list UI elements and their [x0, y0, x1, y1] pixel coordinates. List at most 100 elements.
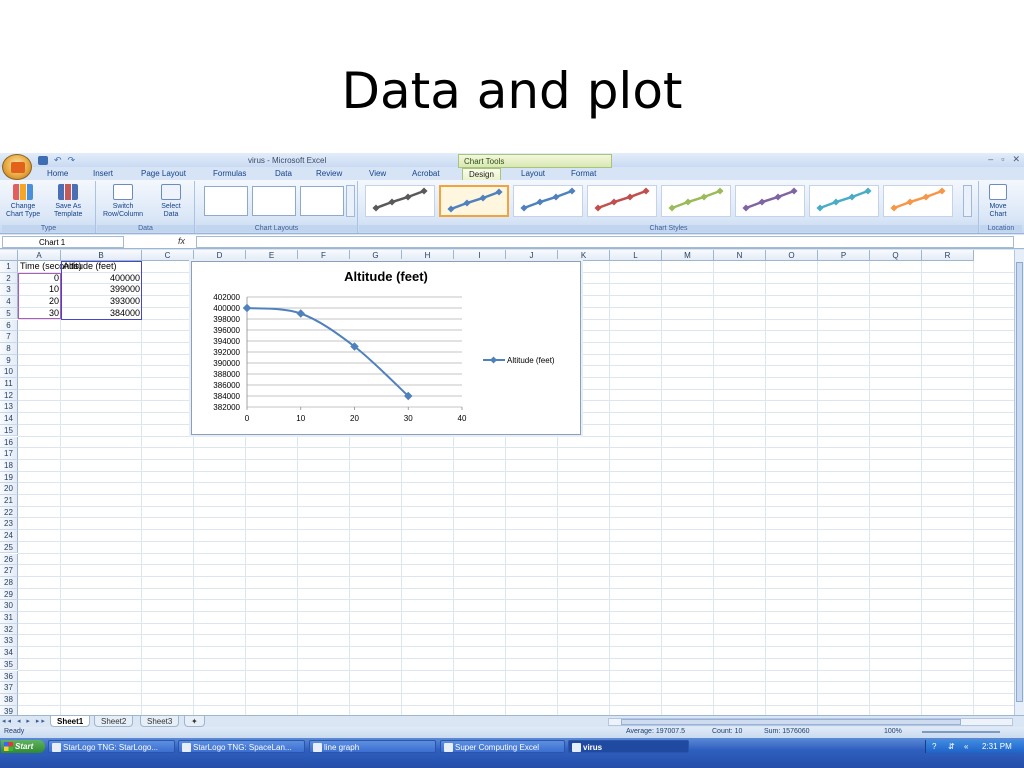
- sheet-nav-arrows[interactable]: ◂◂ ◂ ▸ ▸▸: [2, 717, 47, 725]
- column-header[interactable]: H: [402, 250, 454, 261]
- row-header[interactable]: 28: [0, 576, 18, 589]
- column-header[interactable]: J: [506, 250, 558, 261]
- row-header[interactable]: 9: [0, 354, 18, 367]
- row-header[interactable]: 13: [0, 401, 18, 414]
- tab-home[interactable]: Home: [47, 169, 68, 178]
- row-header[interactable]: 27: [0, 565, 18, 577]
- tab-review[interactable]: Review: [316, 169, 342, 178]
- help-icon[interactable]: ?: [932, 742, 936, 751]
- row-header[interactable]: 11: [0, 378, 18, 390]
- column-header[interactable]: Q: [870, 250, 922, 261]
- column-header[interactable]: D: [194, 250, 246, 261]
- tab-insert[interactable]: Insert: [93, 169, 113, 178]
- formula-bar[interactable]: [196, 236, 1014, 248]
- change-chart-type-button[interactable]: Change Chart Type: [6, 184, 40, 219]
- redo-icon[interactable]: ↷: [68, 155, 76, 165]
- taskbar-item[interactable]: StarLogo TNG: SpaceLan...: [178, 740, 305, 753]
- column-header[interactable]: I: [454, 250, 506, 261]
- row-header[interactable]: 25: [0, 541, 18, 554]
- move-chart-button[interactable]: Move Chart: [989, 184, 1007, 219]
- chart-style-thumb[interactable]: [587, 185, 657, 217]
- taskbar-item[interactable]: virus: [568, 740, 689, 753]
- row-header[interactable]: 17: [0, 448, 18, 460]
- row-header[interactable]: 8: [0, 342, 18, 355]
- row-header[interactable]: 30: [0, 600, 18, 612]
- save-icon[interactable]: [38, 155, 48, 165]
- row-header[interactable]: 16: [0, 436, 18, 449]
- taskbar-item[interactable]: line graph: [309, 740, 436, 753]
- chart-layout-thumb[interactable]: [300, 186, 344, 216]
- row-header[interactable]: 35: [0, 658, 18, 671]
- chart-style-thumb[interactable]: [661, 185, 731, 217]
- column-header[interactable]: L: [610, 250, 662, 261]
- chart-style-thumb[interactable]: [809, 185, 879, 217]
- chart-style-thumb[interactable]: [735, 185, 805, 217]
- insert-sheet-icon[interactable]: ✦: [184, 716, 205, 727]
- chart-style-thumb[interactable]: [365, 185, 435, 217]
- zoom-slider[interactable]: [922, 731, 1000, 733]
- row-header[interactable]: 14: [0, 413, 18, 425]
- row-header[interactable]: 26: [0, 553, 18, 566]
- row-header[interactable]: 15: [0, 424, 18, 437]
- tab-data[interactable]: Data: [275, 169, 292, 178]
- row-header[interactable]: 5: [0, 307, 18, 320]
- column-header[interactable]: E: [246, 250, 298, 261]
- taskbar-item[interactable]: Super Computing Excel: [440, 740, 565, 753]
- tab-layout[interactable]: Layout: [521, 169, 545, 178]
- row-header[interactable]: 22: [0, 506, 18, 519]
- chart-style-thumb[interactable]: [439, 185, 509, 217]
- altitude-chart[interactable]: Altitude (feet) 402000 400000 398000 396000…: [191, 261, 581, 435]
- column-header[interactable]: N: [714, 250, 766, 261]
- chart-layout-thumb[interactable]: [252, 186, 296, 216]
- row-header[interactable]: 10: [0, 366, 18, 378]
- row-header[interactable]: 18: [0, 459, 18, 472]
- name-box[interactable]: Chart 1: [2, 236, 124, 248]
- tab-format[interactable]: Format: [571, 169, 596, 178]
- select-data-button[interactable]: Select Data: [161, 184, 181, 219]
- row-header[interactable]: 21: [0, 495, 18, 507]
- column-header[interactable]: C: [142, 250, 194, 261]
- horizontal-scrollbar[interactable]: [608, 718, 1013, 726]
- row-header[interactable]: 7: [0, 331, 18, 343]
- column-header[interactable]: B: [61, 250, 142, 261]
- select-all-corner[interactable]: [0, 250, 18, 261]
- column-header[interactable]: M: [662, 250, 714, 261]
- minimize-icon[interactable]: –: [988, 154, 993, 165]
- close-icon[interactable]: ✕: [1012, 154, 1020, 165]
- row-header[interactable]: 20: [0, 483, 18, 495]
- column-header[interactable]: G: [350, 250, 402, 261]
- column-header[interactable]: K: [558, 250, 610, 261]
- row-header[interactable]: 32: [0, 623, 18, 636]
- row-header[interactable]: 31: [0, 612, 18, 624]
- column-header[interactable]: A: [18, 250, 61, 261]
- start-button[interactable]: Start: [1, 740, 45, 753]
- vertical-scrollbar[interactable]: [1014, 250, 1024, 720]
- switch-row-column-button[interactable]: Switch Row/Column: [103, 184, 143, 219]
- tab-formulas[interactable]: Formulas: [213, 169, 246, 178]
- row-header[interactable]: 23: [0, 518, 18, 531]
- row-header[interactable]: 12: [0, 389, 18, 402]
- function-icon[interactable]: fx: [178, 236, 185, 246]
- undo-icon[interactable]: ↶: [54, 155, 62, 165]
- row-header[interactable]: 34: [0, 647, 18, 659]
- save-as-template-button[interactable]: Save As Template: [54, 184, 82, 219]
- column-header[interactable]: R: [922, 250, 974, 261]
- worksheet-grid[interactable]: A B C D E F G H I J K L M N O P Q R 1 2 3 4 5 6 7 8 9 10 11 12 13 14 15 1…: [0, 250, 1014, 720]
- chart-style-thumb[interactable]: [513, 185, 583, 217]
- styles-more-button[interactable]: [963, 185, 972, 217]
- column-header[interactable]: O: [766, 250, 818, 261]
- column-header[interactable]: P: [818, 250, 870, 261]
- taskbar-item[interactable]: StarLogo TNG: StarLogo...: [48, 740, 175, 753]
- scroll-thumb[interactable]: [621, 719, 961, 725]
- zoom-level[interactable]: 100%: [884, 728, 902, 735]
- sheet-tab-sheet1[interactable]: Sheet1: [50, 716, 91, 727]
- row-header[interactable]: 19: [0, 471, 18, 484]
- sheet-tab-sheet3[interactable]: Sheet3: [140, 716, 180, 727]
- column-header[interactable]: F: [298, 250, 350, 261]
- row-header[interactable]: 29: [0, 588, 18, 601]
- layouts-more-button[interactable]: [346, 185, 355, 217]
- row-header[interactable]: 1: [0, 261, 18, 273]
- network-icon[interactable]: ⇵: [948, 742, 955, 751]
- expand-tray-icon[interactable]: «: [964, 742, 968, 751]
- office-button[interactable]: [2, 154, 32, 180]
